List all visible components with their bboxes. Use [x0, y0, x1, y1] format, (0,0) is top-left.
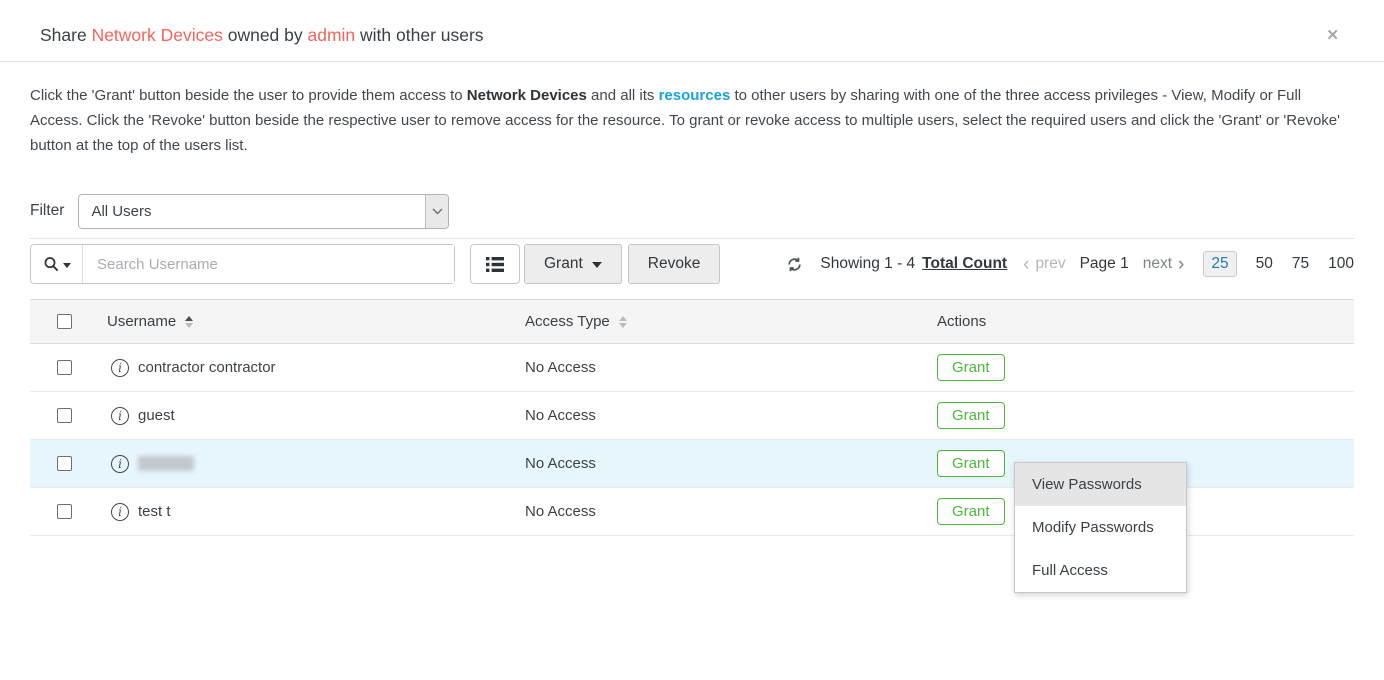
redacted-username: [138, 456, 194, 471]
access-type-text: No Access: [525, 407, 596, 424]
access-type-text: No Access: [525, 359, 596, 376]
access-type-column-header: Access Type: [525, 313, 610, 330]
page-size-75[interactable]: 75: [1292, 255, 1309, 273]
close-icon[interactable]: ✕: [1326, 28, 1339, 43]
description-text-1: Click the 'Grant' button beside the user…: [30, 87, 467, 104]
caret-down-icon: [63, 263, 71, 268]
row-checkbox[interactable]: [57, 360, 72, 375]
share-resource-dialog: Share Network Devices owned by admin wit…: [0, 0, 1384, 680]
row-checkbox[interactable]: [57, 456, 72, 471]
table-row: i guest No Access Grant: [30, 392, 1354, 440]
grant-access-menu: View Passwords Modify Passwords Full Acc…: [1014, 462, 1187, 593]
page-size-100[interactable]: 100: [1328, 255, 1354, 273]
search-icon: [43, 256, 60, 273]
next-label: next: [1143, 255, 1172, 273]
filter-select[interactable]: All Users: [78, 194, 449, 229]
row-checkbox[interactable]: [57, 504, 72, 519]
grant-button[interactable]: Grant: [937, 402, 1005, 429]
bulk-revoke-button[interactable]: Revoke: [628, 244, 721, 284]
menu-item-full-access[interactable]: Full Access: [1015, 549, 1186, 592]
current-page-label: Page 1: [1080, 255, 1129, 273]
page-size-50[interactable]: 50: [1256, 255, 1273, 273]
filter-selected-option: All Users: [79, 203, 425, 220]
username-text: guest: [138, 407, 175, 424]
grant-button[interactable]: Grant: [937, 354, 1005, 381]
table-row: i contractor contractor No Access Grant: [30, 344, 1354, 392]
bulk-revoke-label: Revoke: [648, 255, 701, 273]
refresh-icon[interactable]: [786, 256, 803, 273]
menu-item-view-passwords[interactable]: View Passwords: [1015, 463, 1186, 506]
sort-username-icon[interactable]: [185, 316, 193, 328]
menu-item-modify-passwords[interactable]: Modify Passwords: [1015, 506, 1186, 549]
prev-page-button[interactable]: ‹ prev: [1023, 255, 1065, 274]
chevron-down-icon: [425, 195, 448, 228]
username-text: test t: [138, 503, 171, 520]
access-type-text: No Access: [525, 503, 596, 520]
section-divider: [30, 238, 1354, 239]
actions-column-header: Actions: [937, 313, 986, 330]
showing-range-text: Showing 1 - 4: [820, 255, 915, 273]
filter-label: Filter: [30, 202, 64, 220]
page-size-options: 25 50 75 100: [1203, 251, 1354, 277]
total-count-link[interactable]: Total Count: [922, 255, 1007, 273]
filter-row: Filter All Users: [30, 193, 1384, 229]
toolbar: Grant Revoke Showing 1 - 4 Total Count ‹…: [30, 244, 1354, 284]
title-share: Share: [40, 25, 92, 45]
caret-down-icon: [592, 262, 602, 268]
info-icon[interactable]: i: [111, 407, 129, 425]
bulk-grant-label: Grant: [544, 255, 583, 273]
chevron-right-icon: ›: [1178, 255, 1184, 274]
page-size-25[interactable]: 25: [1203, 251, 1236, 277]
grant-button[interactable]: Grant: [937, 498, 1005, 525]
info-icon[interactable]: i: [111, 503, 129, 521]
list-icon: [486, 257, 504, 272]
prev-label: prev: [1035, 255, 1065, 273]
grant-button[interactable]: Grant: [937, 450, 1005, 477]
sort-access-type-icon[interactable]: [619, 316, 627, 328]
dialog-description: Click the 'Grant' button beside the user…: [30, 83, 1352, 158]
list-view-button[interactable]: [470, 244, 520, 284]
title-owned-by: owned by: [223, 25, 308, 45]
info-icon[interactable]: i: [111, 455, 129, 473]
title-suffix: with other users: [355, 25, 483, 45]
info-icon[interactable]: i: [111, 359, 129, 377]
bulk-grant-button[interactable]: Grant: [524, 244, 622, 284]
dialog-title: Share Network Devices owned by admin wit…: [40, 25, 484, 46]
dialog-header: Share Network Devices owned by admin wit…: [0, 0, 1384, 62]
pagination: Showing 1 - 4 Total Count ‹ prev Page 1 n…: [786, 251, 1354, 277]
search-box: [30, 244, 455, 284]
description-text-2: and all its: [587, 87, 659, 104]
username-column-header: Username: [107, 313, 176, 330]
username-text: contractor contractor: [138, 359, 276, 376]
search-options-toggle[interactable]: [31, 245, 83, 283]
resources-link[interactable]: resources: [659, 87, 731, 104]
title-owner-name: admin: [308, 25, 356, 45]
chevron-left-icon: ‹: [1023, 255, 1029, 274]
access-type-text: No Access: [525, 455, 596, 472]
select-all-checkbox[interactable]: [57, 314, 72, 329]
search-input[interactable]: [83, 245, 454, 283]
next-page-button[interactable]: next ›: [1143, 255, 1185, 274]
table-header-row: Username Access Type Actions: [30, 299, 1354, 344]
title-resource-name: Network Devices: [92, 25, 223, 45]
description-resource-bold: Network Devices: [467, 87, 587, 104]
row-checkbox[interactable]: [57, 408, 72, 423]
